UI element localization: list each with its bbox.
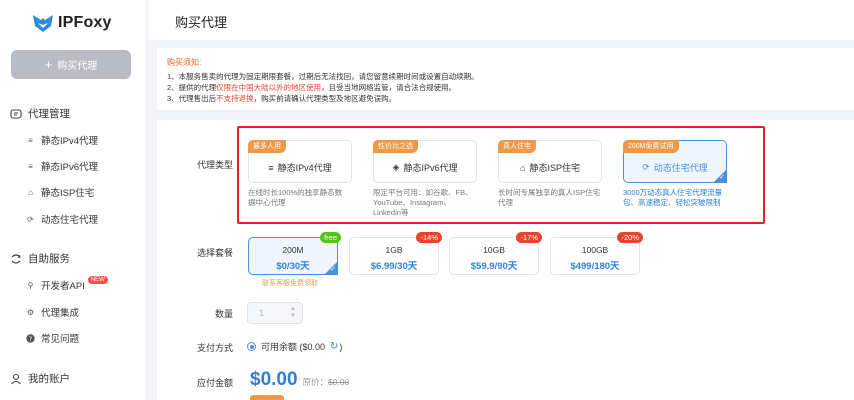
nav-group-account[interactable]: 我的账户 (10, 371, 70, 386)
sidebar-item-label: 代理集成 (41, 308, 80, 319)
plan-card-10gb[interactable]: -17% 10GB $59.9/90天 (449, 232, 542, 275)
self-service-icon (10, 253, 22, 265)
discount-tag: -20% (617, 232, 643, 243)
plus-icon: + (44, 57, 53, 72)
fox-logo-icon (33, 15, 53, 32)
check-icon: ✓ (330, 266, 336, 273)
svg-text:?: ? (29, 335, 32, 343)
original-price-label: 原价： (302, 377, 329, 387)
plan-size: 100GB (581, 245, 609, 255)
new-badge: NEW (87, 276, 108, 284)
plan-card-200m[interactable]: free 200M $0/30天 ✓ (248, 232, 341, 275)
notice-warning-text: 仅限在中国大陆以外的地区使用 (216, 83, 322, 92)
payment-option-balance[interactable]: 可用余额 ($0.00 ↻) (247, 340, 342, 353)
quantity-value: 1 (259, 308, 265, 318)
payment-option-text: 可用余额 ($0.00 (261, 342, 326, 352)
contact-support-link[interactable]: 联系客服免费领取 (262, 278, 318, 288)
sidebar: IPFoxy + 购买代理 代理管理 ≡ 静态IPv4代理 ≡ 静态IPv6代理… (0, 0, 147, 400)
nav-group-self-service[interactable]: 自助服务 (10, 251, 70, 266)
sidebar-item-faq[interactable]: ? 常见问题 (26, 331, 79, 345)
nav-group-proxy-manage[interactable]: 代理管理 (10, 106, 70, 121)
notice-warning-text: 不支持退换 (216, 94, 254, 103)
payment-label: 支付方式 (196, 343, 233, 353)
plan-card-100gb[interactable]: -20% 100GB $499/180天 (550, 232, 643, 275)
page-title: 购买代理 (175, 15, 228, 30)
plan-price: $59.9/90天 (470, 261, 518, 272)
nav-group-label: 代理管理 (28, 108, 70, 120)
buy-proxy-button[interactable]: + 购买代理 (11, 50, 131, 79)
sidebar-item-label: 静态IPv6代理 (41, 162, 99, 173)
sidebar-item-label: 静态ISP住宅 (41, 188, 95, 199)
plan-size: 1GB (385, 245, 403, 255)
logo-text: IPFoxy (58, 14, 112, 31)
notice-line: 2、提供的代理仅限在中国大陆以外的地区使用，且受当地网络监管，请合法合规使用。 (167, 82, 854, 93)
nav-group-label: 我的账户 (28, 373, 70, 385)
proxy-type-highlight (237, 126, 765, 224)
total-row: $0.00 原价：$0.00 (250, 369, 349, 391)
notice-title: 购买须知: (167, 58, 202, 67)
sidebar-item-label: 静态IPv4代理 (41, 136, 99, 147)
stepper-arrows-icon[interactable]: ▲ ▼ (290, 306, 296, 320)
proxy-type-label: 代理类型 (196, 160, 233, 170)
plan-size: 10GB (483, 245, 505, 255)
sidebar-item-ipv4[interactable]: ≡ 静态IPv4代理 (26, 133, 99, 148)
gear-icon: ⚙ (26, 307, 35, 317)
notice-line: 3、代理售出后不支持退换，购买前请确认代理类型及地区避免误购。 (167, 93, 854, 104)
header: 购买代理 (148, 0, 854, 40)
home-icon: ⌂ (28, 187, 33, 197)
free-tag: free (320, 232, 341, 243)
submit-button-partial[interactable] (250, 395, 284, 400)
nav-group-label: 自助服务 (28, 253, 70, 265)
discount-tag: -14% (416, 232, 442, 243)
sidebar-item-isp[interactable]: ⌂ 静态ISP住宅 (26, 185, 95, 200)
quantity-stepper[interactable]: 1 ▲ ▼ (247, 302, 303, 324)
proxy-manage-icon (10, 108, 22, 120)
api-icon: ⚲ (27, 280, 34, 290)
sidebar-item-label: 动态住宅代理 (41, 215, 99, 226)
quantity-label: 数量 (214, 309, 233, 319)
refresh-icon[interactable]: ↻ (330, 341, 338, 352)
total-label: 应付金额 (196, 378, 233, 388)
sidebar-item-api[interactable]: ⚲ 开发者API NEW (26, 276, 108, 292)
sidebar-item-dynamic[interactable]: ⟳ 动态住宅代理 (26, 212, 99, 227)
notice-text: ，购买前请确认代理类型及地区避免误购。 (253, 94, 397, 103)
user-icon (10, 373, 22, 385)
plan-label: 选择套餐 (196, 248, 233, 258)
sidebar-item-label: 常见问题 (41, 334, 80, 345)
buy-proxy-label: 购买代理 (57, 61, 98, 72)
sidebar-item-ipv6[interactable]: ≡ 静态IPv6代理 (26, 159, 99, 174)
original-price-value: $0.00 (328, 377, 350, 387)
plan-price: $6.99/30天 (370, 261, 418, 272)
plan-price: $499/180天 (570, 261, 620, 272)
radio-selected-icon[interactable] (247, 342, 256, 351)
payment-option-suffix: ) (339, 341, 343, 352)
total-amount: $0.00 (250, 369, 298, 390)
plan-size: 200M (282, 245, 304, 255)
discount-tag: -17% (516, 232, 542, 243)
plan-card-1gb[interactable]: -14% 1GB $6.99/30天 (349, 232, 442, 275)
question-icon: ? (26, 333, 35, 343)
notice-text: 1、本服务售卖的代理为固定期限套餐，过期后无法找回，请您留意续期时间或设置自动续… (167, 72, 479, 81)
notice-text: 3、代理售出后 (167, 94, 217, 103)
refresh-icon: ⟳ (27, 214, 34, 224)
sidebar-item-integration[interactable]: ⚙ 代理集成 (26, 305, 80, 320)
logo[interactable]: IPFoxy (32, 12, 112, 34)
purchase-notice: 购买须知: 1、本服务售卖的代理为固定期限套餐，过期后无法找回，请您留意续期时间… (157, 48, 854, 110)
sidebar-item-label: 开发者API (41, 281, 85, 292)
list-icon: ≡ (28, 135, 33, 145)
list-icon: ≡ (28, 161, 33, 171)
original-price: 原价：$0.00 (303, 376, 350, 388)
notice-line: 1、本服务售卖的代理为固定期限套餐，过期后无法找回，请您留意续期时间或设置自动续… (167, 71, 854, 82)
notice-text: 2、提供的代理 (167, 83, 217, 92)
notice-text: ，且受当地网络监管，请合法合规使用。 (321, 83, 457, 92)
